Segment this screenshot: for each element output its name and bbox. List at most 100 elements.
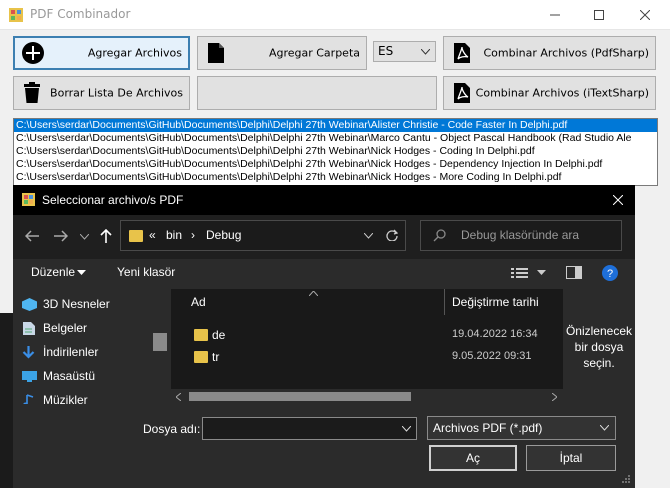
column-header-name[interactable]: Ad xyxy=(191,295,206,309)
navigation-pane: 3D Nesneler Belgeler İndirilenler Masaüs… xyxy=(13,289,171,407)
nav-scrollbar-thumb[interactable] xyxy=(153,333,167,351)
breadcrumb-debug[interactable]: Debug xyxy=(206,228,241,242)
nav-item-label: Masaüstü xyxy=(43,369,96,383)
cube-icon xyxy=(22,297,37,311)
svg-text:?: ? xyxy=(607,268,613,280)
open-button-label: Aç xyxy=(465,451,480,465)
chevron-down-icon xyxy=(600,425,609,431)
view-options-icon[interactable] xyxy=(511,267,529,279)
search-box[interactable]: Debug klasöründe ara xyxy=(420,220,622,251)
list-item[interactable]: C:\Users\serdar\Documents\GitHub\Documen… xyxy=(14,171,657,184)
dialog-title: Seleccionar archivo/s PDF xyxy=(42,193,184,207)
plus-circle-icon xyxy=(22,42,44,64)
document-icon xyxy=(23,321,35,335)
nav-item-desktop[interactable]: Masaüstü xyxy=(22,369,96,383)
scroll-right-icon[interactable] xyxy=(552,393,557,401)
list-item[interactable]: C:\Users\serdar\Documents\GitHub\Documen… xyxy=(14,145,657,158)
refresh-icon[interactable] xyxy=(386,229,398,241)
nav-item-downloads[interactable]: İndirilenler xyxy=(22,345,99,359)
filename-input[interactable] xyxy=(202,417,417,440)
list-item[interactable]: C:\Users\serdar\Documents\GitHub\Documen… xyxy=(14,132,657,145)
file-row-name: tr xyxy=(212,350,220,364)
language-select[interactable]: ES xyxy=(373,41,436,62)
nav-item-3d-objects[interactable]: 3D Nesneler xyxy=(22,297,110,311)
cancel-button[interactable]: İptal xyxy=(526,445,616,471)
nav-item-label: Belgeler xyxy=(43,321,88,335)
new-folder-button[interactable]: Yeni klasör xyxy=(117,265,175,279)
clear-list-label: Borrar Lista De Archivos xyxy=(50,86,183,100)
chevron-down-icon xyxy=(421,49,430,55)
breadcrumb-overflow[interactable]: « xyxy=(149,228,156,242)
add-files-label: Agregar Archivos xyxy=(87,46,182,60)
empty-button[interactable] xyxy=(197,76,437,110)
scroll-left-icon[interactable] xyxy=(176,393,181,401)
add-folder-label: Agregar Carpeta xyxy=(268,46,360,60)
file-list[interactable]: C:\Users\serdar\Documents\GitHub\Documen… xyxy=(13,118,658,186)
preview-pane-icon[interactable] xyxy=(566,266,582,279)
close-button[interactable] xyxy=(622,0,668,30)
pdf-icon xyxy=(454,43,470,63)
combine-itextsharp-label: Combinar Archivos (iTextSharp) xyxy=(475,86,649,100)
folder-icon xyxy=(194,329,208,341)
clear-list-button[interactable]: Borrar Lista De Archivos xyxy=(13,76,190,110)
minimize-button[interactable] xyxy=(532,0,578,30)
combine-itextsharp-button[interactable]: Combinar Archivos (iTextSharp) xyxy=(443,76,656,110)
file-icon xyxy=(208,43,224,63)
main-title-bar: PDF Combinador xyxy=(0,0,670,30)
open-file-dialog: Seleccionar archivo/s PDF « bin › Debug … xyxy=(13,185,635,488)
file-row[interactable]: de 19.04.2022 16:34 xyxy=(171,325,563,345)
resize-grip-icon[interactable] xyxy=(621,474,631,484)
list-item[interactable]: C:\Users\serdar\Documents\GitHub\Documen… xyxy=(14,119,657,132)
combine-pdfsharp-button[interactable]: Combinar Archivos (PdfSharp) xyxy=(443,36,656,70)
list-item[interactable]: C:\Users\serdar\Documents\GitHub\Documen… xyxy=(14,158,657,171)
back-arrow-icon[interactable] xyxy=(25,230,39,242)
main-window-background xyxy=(635,186,670,488)
chevron-down-icon[interactable] xyxy=(364,233,373,239)
download-arrow-icon xyxy=(22,345,35,359)
file-row[interactable]: tr 9.05.2022 09:31 xyxy=(171,347,563,367)
add-folder-button[interactable]: Agregar Carpeta xyxy=(197,36,367,70)
recent-chevron-icon[interactable] xyxy=(80,234,89,240)
forward-arrow-icon[interactable] xyxy=(54,230,68,242)
nav-scrollbar[interactable] xyxy=(151,289,169,404)
file-type-value: Archivos PDF (*.pdf) xyxy=(433,421,543,435)
up-arrow-icon[interactable] xyxy=(100,229,112,243)
maximize-button[interactable] xyxy=(576,0,622,30)
combine-pdfsharp-label: Combinar Archivos (PdfSharp) xyxy=(483,46,649,60)
add-files-button[interactable]: Agregar Archivos xyxy=(13,36,190,70)
close-icon[interactable] xyxy=(613,195,623,205)
horizontal-scrollbar-thumb[interactable] xyxy=(189,392,411,401)
search-icon xyxy=(433,229,446,242)
dialog-footer: Dosya adı: Archivos PDF (*.pdf) Aç İptal xyxy=(13,404,635,488)
cancel-button-label: İptal xyxy=(559,451,583,465)
background-shadow xyxy=(0,313,13,488)
nav-item-documents[interactable]: Belgeler xyxy=(23,321,88,335)
chevron-down-icon[interactable] xyxy=(402,426,411,432)
filename-label: Dosya adı: xyxy=(143,422,201,436)
language-value: ES xyxy=(378,44,394,58)
file-list-view: Ad Değiştirme tarihi de 19.04.2022 16:34… xyxy=(171,289,563,404)
address-bar[interactable]: « bin › Debug xyxy=(120,220,406,251)
command-bar: Düzenle Yeni klasör ? xyxy=(13,259,635,289)
chevron-down-icon[interactable] xyxy=(537,270,546,276)
column-divider xyxy=(444,289,445,315)
file-row-date: 9.05.2022 09:31 xyxy=(452,350,532,362)
pdf-icon xyxy=(454,83,470,103)
column-header-date[interactable]: Değiştirme tarihi xyxy=(452,295,539,309)
search-placeholder: Debug klasöründe ara xyxy=(461,228,580,242)
horizontal-scrollbar[interactable] xyxy=(171,389,563,404)
app-icon xyxy=(9,8,23,22)
file-type-select[interactable]: Archivos PDF (*.pdf) xyxy=(427,416,616,440)
file-row-date: 19.04.2022 16:34 xyxy=(452,328,538,340)
trash-icon xyxy=(24,82,40,103)
breadcrumb-bin[interactable]: bin xyxy=(166,228,182,242)
nav-item-label: İndirilenler xyxy=(43,345,99,359)
help-icon[interactable]: ? xyxy=(602,265,618,281)
folder-icon xyxy=(129,230,143,242)
preview-message: Önizlenecek bir dosya seçin. xyxy=(565,324,633,370)
dialog-title-bar: Seleccionar archivo/s PDF xyxy=(13,185,635,215)
window-title: PDF Combinador xyxy=(30,7,131,21)
organize-button[interactable]: Düzenle xyxy=(31,265,75,279)
desktop-icon xyxy=(22,370,37,382)
open-button[interactable]: Aç xyxy=(429,445,517,471)
